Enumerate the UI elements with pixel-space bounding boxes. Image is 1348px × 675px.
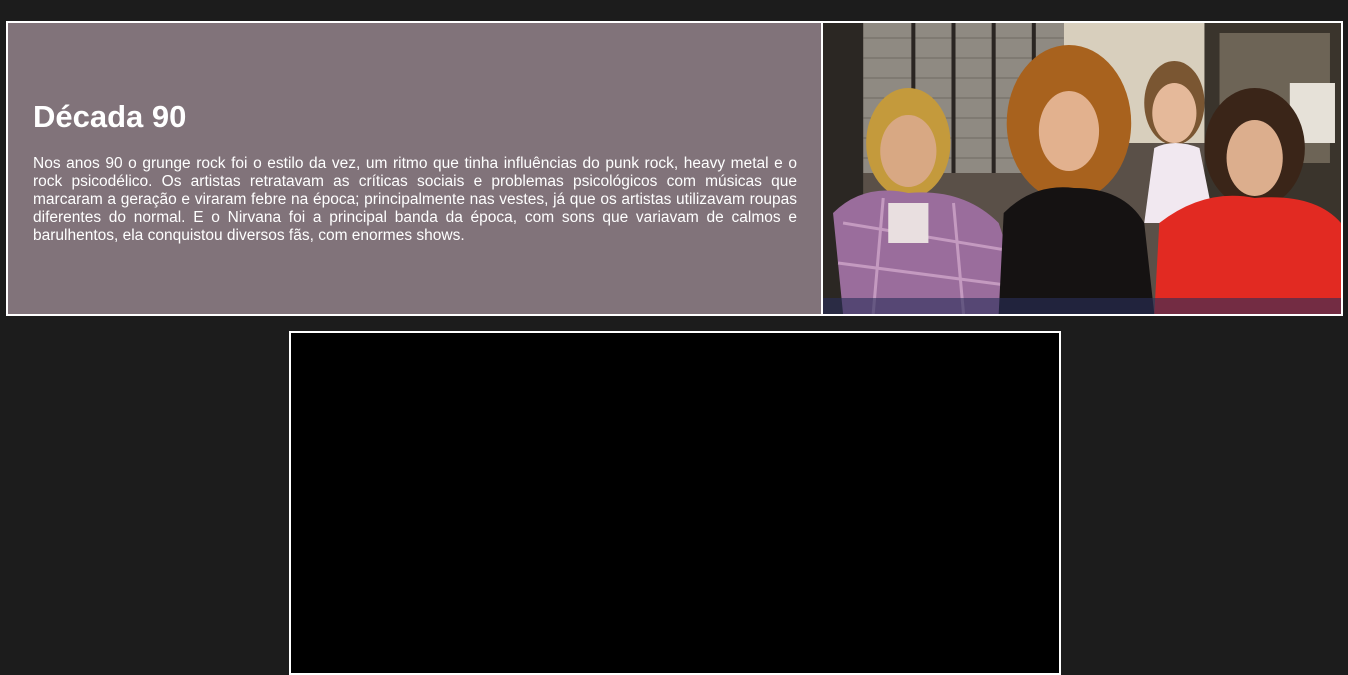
decade-title: Década 90	[33, 99, 187, 134]
band-photo	[823, 23, 1341, 314]
decade-description: Nos anos 90 o grunge rock foi o estilo d…	[33, 155, 797, 244]
decade-text-panel: Década 90 Nos anos 90 o grunge rock foi …	[8, 23, 823, 314]
band-photo-illustration	[823, 23, 1341, 314]
video-player[interactable]	[289, 331, 1061, 675]
decade-card: Década 90 Nos anos 90 o grunge rock foi …	[6, 21, 1343, 316]
